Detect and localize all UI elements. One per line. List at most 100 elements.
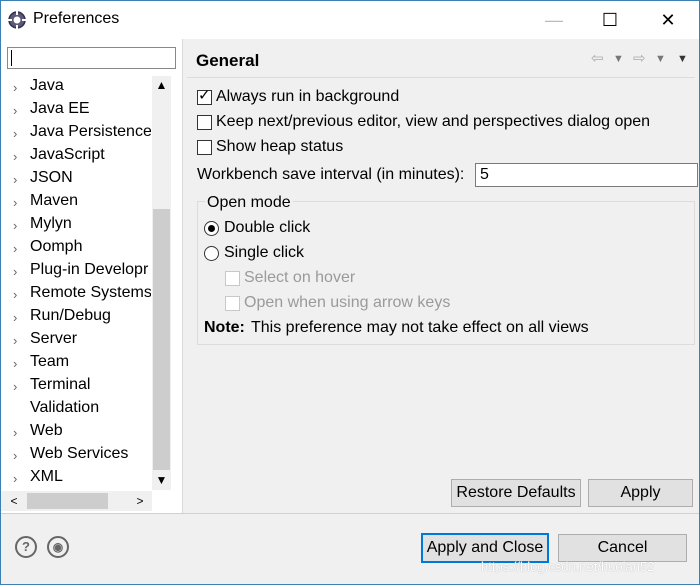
show-heap-label[interactable]: Show heap status — [216, 138, 343, 156]
chevron-right-icon[interactable]: › — [13, 356, 17, 371]
restore-defaults-button[interactable]: Restore Defaults — [451, 479, 581, 507]
scroll-left-arrow-icon[interactable]: < — [7, 491, 21, 511]
chevron-right-icon[interactable]: › — [13, 333, 17, 348]
sidebar-item-label: Java EE — [30, 100, 90, 117]
sidebar-item-label: XML — [30, 468, 63, 485]
sidebar-item-maven[interactable]: › Maven — [1, 191, 151, 214]
chevron-right-icon[interactable]: › — [13, 218, 17, 233]
maximize-button[interactable]: ☐ — [587, 5, 633, 35]
sidebar-item-label: Terminal — [30, 376, 91, 393]
page-title: General — [196, 51, 260, 70]
vertical-scrollbar[interactable]: ▲ ▼ — [152, 76, 171, 490]
back-arrow-icon[interactable]: ⇦ — [591, 49, 604, 67]
sidebar-item-label: Mylyn — [30, 215, 72, 232]
sidebar-item-label: JSON — [30, 169, 73, 186]
scroll-right-arrow-icon[interactable]: > — [133, 491, 147, 511]
sidebar-item-javascript[interactable]: › JavaScript — [1, 145, 151, 168]
forward-arrow-icon[interactable]: ⇨ — [633, 49, 646, 67]
scroll-up-arrow-icon[interactable]: ▲ — [152, 76, 171, 95]
view-menu-icon[interactable]: ▼ — [677, 53, 688, 65]
sidebar-item-json[interactable]: › JSON — [1, 168, 151, 191]
title-separator — [187, 77, 695, 78]
select-on-hover-label[interactable]: Select on hover — [244, 269, 355, 287]
sidebar-item-label: Remote Systems — [30, 284, 151, 301]
vertical-scroll-thumb[interactable] — [153, 209, 170, 470]
chevron-right-icon[interactable]: › — [13, 172, 17, 187]
sidebar-item-xml[interactable]: › XML — [1, 467, 151, 490]
radio-dot — [208, 225, 215, 232]
sidebar-item-oomph[interactable]: › Oomph — [1, 237, 151, 260]
open-mode-group-label: Open mode — [205, 194, 293, 212]
help-icon[interactable]: ? — [15, 536, 37, 558]
sidebar-item-java[interactable]: › Java — [1, 76, 151, 99]
sidebar-item-remote-systems[interactable]: › Remote Systems — [1, 283, 151, 306]
show-heap-checkbox[interactable] — [197, 140, 212, 155]
note-heading: Note: — [204, 319, 245, 336]
sidebar-item-label: Maven — [30, 192, 79, 209]
select-on-hover-checkbox[interactable] — [225, 271, 240, 286]
chevron-right-icon[interactable]: › — [13, 195, 17, 210]
sidebar-item-label: Team — [30, 353, 70, 370]
sidebar-item-plug-in-developr[interactable]: › Plug-in Developr — [1, 260, 151, 283]
chevron-right-icon[interactable]: › — [13, 126, 17, 141]
note-text: This preference may not take effect on a… — [251, 319, 589, 336]
sidebar-item-label: Java — [30, 77, 64, 94]
single-click-label[interactable]: Single click — [224, 244, 304, 262]
sidebar-item-label: Validation — [30, 399, 100, 416]
sidebar-item-run-debug[interactable]: › Run/Debug — [1, 306, 151, 329]
open-arrow-keys-label[interactable]: Open when using arrow keys — [244, 294, 450, 312]
sidebar-item-label: Server — [30, 330, 78, 347]
sidebar-item-label: Run/Debug — [30, 307, 111, 324]
sidebar-item-label: Java Persistence — [30, 123, 151, 140]
keep-dialog-open-label[interactable]: Keep next/previous editor, view and pers… — [216, 113, 650, 131]
checkmark-icon: ✓ — [198, 87, 211, 104]
title-bar: Preferences — ☐ ✕ — [1, 1, 699, 39]
sidebar-item-label: Web Services — [30, 445, 129, 462]
chevron-right-icon[interactable]: › — [13, 103, 17, 118]
chevron-right-icon[interactable]: › — [13, 379, 17, 394]
chevron-right-icon[interactable]: › — [13, 448, 17, 463]
horizontal-scroll-thumb[interactable] — [27, 493, 108, 509]
chevron-right-icon[interactable]: › — [13, 310, 17, 325]
apply-button[interactable]: Apply — [588, 479, 693, 507]
sidebar-item-web-services[interactable]: › Web Services — [1, 444, 151, 467]
panel-sash[interactable] — [182, 39, 183, 513]
open-arrow-keys-checkbox[interactable] — [225, 296, 240, 311]
interval-label: Workbench save interval (in minutes): — [197, 166, 465, 183]
sidebar-item-java-persistence[interactable]: › Java Persistence — [1, 122, 151, 145]
chevron-right-icon[interactable]: › — [13, 80, 17, 95]
double-click-radio[interactable] — [204, 221, 219, 236]
interval-input[interactable] — [475, 163, 698, 187]
chevron-right-icon[interactable]: › — [13, 287, 17, 302]
double-click-label[interactable]: Double click — [224, 219, 310, 237]
sidebar-item-validation[interactable]: Validation — [1, 398, 151, 421]
sidebar-item-java-ee[interactable]: › Java EE — [1, 99, 151, 122]
text-cursor — [11, 50, 12, 66]
horizontal-scrollbar[interactable]: < > — [1, 491, 152, 511]
scroll-down-arrow-icon[interactable]: ▼ — [152, 471, 171, 490]
filter-input[interactable] — [7, 47, 176, 69]
import-export-icon[interactable]: ◉ — [47, 536, 69, 558]
chevron-right-icon[interactable]: › — [13, 471, 17, 486]
keep-dialog-open-checkbox[interactable] — [197, 115, 212, 130]
sidebar-item-server[interactable]: › Server — [1, 329, 151, 352]
sidebar-item-terminal[interactable]: › Terminal — [1, 375, 151, 398]
sidebar-item-label: JavaScript — [30, 146, 105, 163]
chevron-right-icon[interactable]: › — [13, 149, 17, 164]
single-click-radio[interactable] — [204, 246, 219, 261]
always-background-label[interactable]: Always run in background — [216, 88, 399, 106]
chevron-right-icon[interactable]: › — [13, 241, 17, 256]
preference-tree: › Java › Java EE › Java Persistence › JavaScrip… — [1, 76, 151, 490]
sidebar-item-web[interactable]: › Web — [1, 421, 151, 444]
sidebar-item-label: Oomph — [30, 238, 83, 255]
minimize-button[interactable]: — — [531, 5, 577, 35]
chevron-right-icon[interactable]: › — [13, 264, 17, 279]
close-button[interactable]: ✕ — [645, 5, 691, 35]
always-background-checkbox[interactable]: ✓ — [197, 87, 212, 105]
forward-dropdown-icon[interactable]: ▼ — [655, 53, 666, 65]
cancel-button[interactable]: Cancel — [558, 534, 687, 562]
sidebar-item-team[interactable]: › Team — [1, 352, 151, 375]
sidebar-item-mylyn[interactable]: › Mylyn — [1, 214, 151, 237]
chevron-right-icon[interactable]: › — [13, 425, 17, 440]
back-dropdown-icon[interactable]: ▼ — [613, 53, 624, 65]
